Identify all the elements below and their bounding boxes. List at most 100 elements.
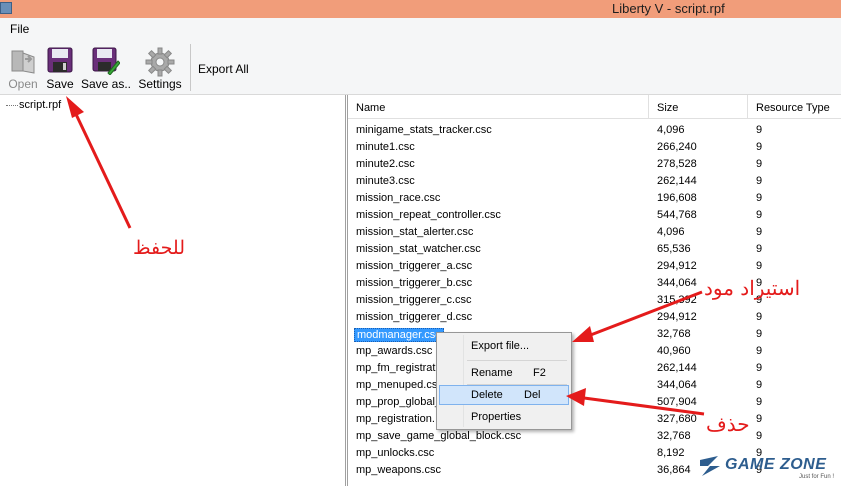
annotation-save: للحفظ: [133, 237, 185, 259]
open-label: Open: [8, 77, 38, 91]
menu-bar: File: [0, 18, 841, 40]
cell-name: mp_registration.: [356, 413, 435, 425]
cell-size: 315,392: [657, 294, 697, 306]
cell-size: 32,768: [657, 430, 691, 442]
cell-size: 544,768: [657, 209, 697, 221]
watermark-title: GAME ZONE: [725, 456, 827, 473]
cell-size: 8,192: [657, 447, 685, 459]
menu-item-properties[interactable]: Properties: [439, 407, 569, 427]
tree-pane: script.rpf: [0, 95, 346, 486]
cell-name: mission_triggerer_d.csc: [356, 311, 473, 323]
cell-name: mission_repeat_controller.csc: [356, 209, 501, 221]
menu-item-shortcut: F2: [533, 367, 546, 379]
cell-type: 9: [756, 243, 763, 255]
table-row[interactable]: mp_awards.csc 40,960 9: [348, 343, 841, 360]
toolbar-separator: [190, 44, 191, 91]
cell-type: 9: [756, 260, 763, 272]
table-row[interactable]: mp_menuped.csc 344,064 9: [348, 377, 841, 394]
cell-type: 9: [756, 396, 763, 408]
save-label: Save: [46, 77, 74, 91]
menu-item-label: Rename: [471, 367, 513, 379]
toolbar: Open Save Save as.. Settings Export All: [0, 40, 841, 95]
menu-item-export-file[interactable]: Export file...: [439, 336, 569, 356]
cell-type: 9: [756, 124, 763, 136]
watermark-subtitle: Just for Fun !: [799, 474, 835, 480]
cell-size: 266,240: [657, 141, 697, 153]
table-row[interactable]: mp_fm_registrat 262,144 9: [348, 360, 841, 377]
annotation-export-mod: استيراد مود: [704, 276, 801, 300]
menu-item-label: Delete: [471, 389, 503, 401]
table-row[interactable]: mission_stat_watcher.csc 65,536 9: [348, 241, 841, 258]
cell-size: 196,608: [657, 192, 697, 204]
table-row[interactable]: mission_triggerer_d.csc 294,912 9: [348, 309, 841, 326]
menu-file[interactable]: File: [10, 22, 29, 36]
cell-name: mp_fm_registrat: [356, 362, 436, 374]
column-header-name[interactable]: Name: [348, 95, 649, 119]
context-menu: Export file... Rename F2 Delete Del Prop…: [436, 332, 572, 430]
save-button[interactable]: Save: [44, 46, 76, 94]
table-row[interactable]: mission_race.csc 196,608 9: [348, 190, 841, 207]
cell-size: 278,528: [657, 158, 697, 170]
export-all-button[interactable]: Export All: [198, 62, 249, 76]
cell-type: 9: [756, 226, 763, 238]
cell-size: 4,096: [657, 124, 685, 136]
cell-size: 32,768: [657, 328, 691, 340]
table-row[interactable]: minigame_stats_tracker.csc 4,096 9: [348, 122, 841, 139]
cell-name: mp_menuped.csc: [356, 379, 443, 391]
save-as-icon: [92, 47, 120, 75]
save-as-button[interactable]: Save as..: [80, 46, 132, 94]
table-row[interactable]: mp_registration. 327,680 9: [348, 411, 841, 428]
table-row[interactable]: mission_stat_alerter.csc 4,096 9: [348, 224, 841, 241]
open-icon: [11, 50, 35, 74]
cell-name: mp_unlocks.csc: [356, 447, 435, 459]
cell-name: mission_triggerer_a.csc: [356, 260, 473, 272]
settings-label: Settings: [138, 77, 182, 91]
table-row[interactable]: minute1.csc 266,240 9: [348, 139, 841, 156]
table-row[interactable]: mission_repeat_controller.csc 544,768 9: [348, 207, 841, 224]
cell-name: minute3.csc: [356, 175, 415, 187]
table-row[interactable]: minute2.csc 278,528 9: [348, 156, 841, 173]
menu-item-rename[interactable]: Rename F2: [439, 363, 569, 383]
table-row[interactable]: minute3.csc 262,144 9: [348, 173, 841, 190]
menu-item-label: Export file...: [471, 340, 530, 352]
cell-name: modmanager.csc: [354, 328, 444, 342]
column-header-type[interactable]: Resource Type: [748, 95, 841, 119]
cell-type: 9: [756, 175, 763, 187]
cell-size: 36,864: [657, 464, 691, 476]
cell-name: minigame_stats_tracker.csc: [356, 124, 492, 136]
table-row[interactable]: mp_prop_global_ 507,904 9: [348, 394, 841, 411]
cell-size: 262,144: [657, 175, 697, 187]
settings-button[interactable]: Settings: [136, 46, 184, 94]
cell-type: 9: [756, 209, 763, 221]
cell-name: minute2.csc: [356, 158, 415, 170]
cell-name: mission_triggerer_b.csc: [356, 277, 473, 289]
menu-item-label: Properties: [471, 411, 522, 423]
cell-type: 9: [756, 141, 763, 153]
cell-type: 9: [756, 328, 763, 340]
cell-name: mission_triggerer_c.csc: [356, 294, 472, 306]
column-header-size[interactable]: Size: [649, 95, 748, 119]
cell-size: 294,912: [657, 260, 697, 272]
cell-type: 9: [756, 430, 763, 442]
table-row[interactable]: modmanager.csc 32,768 9: [348, 326, 841, 343]
cell-size: 262,144: [657, 362, 697, 374]
menu-item-delete[interactable]: Delete Del: [439, 385, 569, 405]
cell-type: 9: [756, 192, 763, 204]
watermark: GAME ZONE Just for Fun !: [698, 452, 838, 484]
table-row[interactable]: mp_save_game_global_block.csc 32,768 9: [348, 428, 841, 445]
open-button[interactable]: Open: [6, 46, 40, 94]
window-title: Liberty V - script.rpf: [612, 1, 725, 16]
gear-icon: [145, 47, 175, 77]
table-row[interactable]: mission_triggerer_a.csc 294,912 9: [348, 258, 841, 275]
cell-size: 65,536: [657, 243, 691, 255]
cell-size: 327,680: [657, 413, 697, 425]
tree-item-root[interactable]: script.rpf: [6, 99, 61, 111]
cell-name: mission_race.csc: [356, 192, 441, 204]
app-icon: [0, 2, 12, 14]
cell-type: 9: [756, 379, 763, 391]
title-bar: Liberty V - script.rpf: [0, 0, 841, 18]
save-as-label: Save as..: [80, 77, 132, 91]
cell-name: minute1.csc: [356, 141, 415, 153]
context-menu-separator: [467, 360, 567, 361]
tree-item-label: script.rpf: [19, 99, 62, 111]
